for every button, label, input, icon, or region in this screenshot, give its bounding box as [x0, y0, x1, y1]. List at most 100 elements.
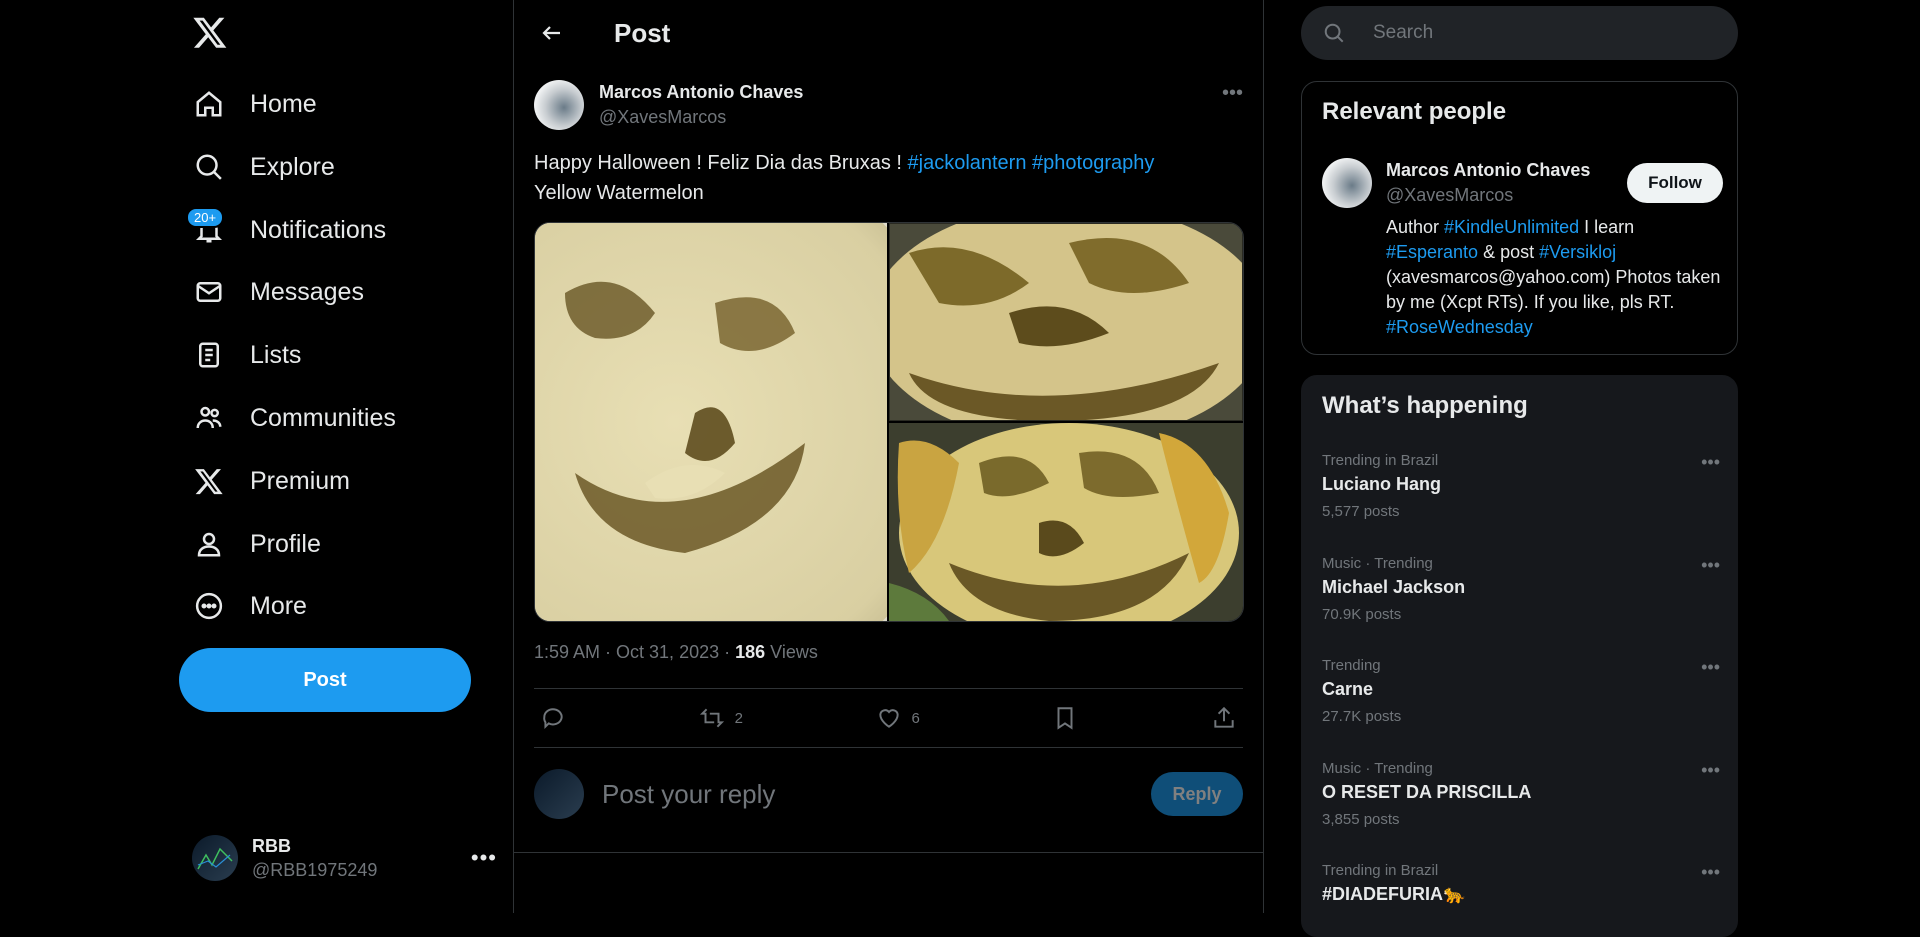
trend-context: Music · Trending: [1322, 760, 1433, 777]
hashtag-link[interactable]: #KindleUnlimited: [1444, 217, 1579, 237]
trend-item[interactable]: Trending in Brazil Luciano Hang 5,577 po…: [1322, 452, 1720, 520]
nav-notifications-label: Notifications: [250, 215, 387, 244]
relevant-people-title: Relevant people: [1322, 98, 1507, 125]
post-button[interactable]: Post: [179, 648, 471, 712]
retweet-action[interactable]: 2: [699, 705, 743, 731]
nav-home-label: Home: [250, 89, 317, 118]
x-logo-icon: [192, 464, 226, 498]
bio-text: (xavesmarcos@yahoo.com) Photos taken by …: [1386, 267, 1721, 312]
follow-button[interactable]: Follow: [1627, 163, 1723, 203]
bio-text: I learn: [1579, 217, 1635, 237]
avatar[interactable]: [534, 80, 584, 130]
bell-icon: 20+: [186, 207, 226, 247]
search-icon: [1324, 23, 1344, 43]
right-sidebar: Relevant people Marcos Antonio Chaves @X…: [1301, 0, 1738, 937]
nav-premium-label: Premium: [250, 466, 351, 495]
retweet-icon: [699, 708, 724, 728]
nav-communities[interactable]: Communities: [192, 393, 396, 443]
avatar: [534, 769, 584, 819]
more-dots-icon[interactable]: •••: [471, 845, 497, 871]
page-title: Post: [614, 17, 671, 48]
more-dots-icon[interactable]: •••: [1701, 760, 1720, 781]
hashtag-link[interactable]: #Versikloj: [1539, 242, 1616, 262]
more-circle-icon: [192, 589, 226, 623]
home-icon: [192, 87, 226, 121]
whats-happening-title: What’s happening: [1322, 392, 1528, 419]
retweet-count: 2: [734, 709, 743, 727]
tweet: Marcos Antonio Chaves @XavesMarcos ••• H…: [534, 80, 1244, 663]
tweet-photo[interactable]: [889, 423, 1243, 621]
account-switcher[interactable]: RBB @RBB1975249 •••: [192, 832, 497, 884]
back-arrow-icon[interactable]: [532, 13, 572, 53]
tweet-meta: 1:59 AM · Oct 31, 2023 · 186 Views: [534, 642, 1243, 663]
x-logo-icon[interactable]: [192, 14, 232, 54]
whats-happening-panel: What’s happening Trending in Brazil Luci…: [1301, 375, 1738, 937]
reply-action[interactable]: [540, 705, 566, 731]
search-box[interactable]: [1301, 6, 1738, 60]
tweet-timestamp[interactable]: 1:59 AM · Oct 31, 2023 ·: [534, 642, 735, 662]
share-action[interactable]: [1211, 705, 1237, 731]
envelope-icon: [192, 275, 226, 309]
bio-text: Author: [1386, 217, 1445, 237]
nav-home[interactable]: Home: [192, 79, 317, 129]
bookmark-icon: [1057, 707, 1073, 730]
trend-item[interactable]: Trending Carne 27.7K posts •••: [1322, 657, 1720, 725]
trend-title: Carne: [1322, 679, 1374, 699]
nav-more[interactable]: More: [192, 581, 307, 631]
nav-messages[interactable]: Messages: [192, 267, 364, 317]
trend-item[interactable]: Music · Trending O RESET DA PRISCILLA 3,…: [1322, 760, 1720, 828]
media-grid: [534, 222, 1244, 622]
views-count: 186: [735, 642, 766, 662]
divider: [514, 852, 1263, 853]
like-count: 6: [911, 709, 920, 727]
reply-composer: Reply: [534, 766, 1243, 822]
relevant-handle[interactable]: @XavesMarcos: [1386, 185, 1590, 206]
more-dots-icon[interactable]: •••: [1701, 555, 1720, 576]
tweet-text-line2: Yellow Watermelon: [534, 182, 704, 204]
more-dots-icon[interactable]: •••: [1701, 862, 1720, 883]
trend-item[interactable]: Trending in Brazil #DIADEFURIA🐆 •••: [1322, 862, 1720, 905]
tweet-photo[interactable]: [889, 223, 1243, 421]
relevant-people-panel: Relevant people Marcos Antonio Chaves @X…: [1301, 81, 1738, 355]
notification-badge: 20+: [186, 207, 225, 228]
hashtag-link[interactable]: #RoseWednesday: [1386, 317, 1533, 337]
avatar: [192, 835, 238, 881]
tweet-text-prefix: Happy Halloween ! Feliz Dia das Bruxas !: [534, 152, 908, 174]
nav-messages-label: Messages: [250, 277, 364, 306]
nav-profile[interactable]: Profile: [192, 519, 321, 569]
reply-button[interactable]: Reply: [1151, 772, 1243, 816]
bio-text: & post: [1478, 242, 1540, 262]
nav-notifications[interactable]: 20+ Notifications: [186, 205, 387, 255]
reply-input[interactable]: [600, 777, 1124, 811]
trend-title: O RESET DA PRISCILLA: [1322, 782, 1532, 802]
trend-context: Trending in Brazil: [1322, 862, 1439, 879]
author-name[interactable]: Marcos Antonio Chaves: [599, 82, 803, 103]
nav-lists[interactable]: Lists: [192, 330, 301, 380]
more-dots-icon[interactable]: •••: [1222, 82, 1243, 105]
bookmark-action[interactable]: [1052, 705, 1078, 731]
hashtag-link[interactable]: #photography: [1032, 152, 1154, 174]
nav-more-label: More: [250, 591, 307, 620]
avatar[interactable]: [1322, 158, 1372, 208]
search-icon: [192, 150, 226, 184]
nav-explore[interactable]: Explore: [192, 142, 335, 192]
author-handle[interactable]: @XavesMarcos: [599, 107, 803, 128]
trend-context: Music · Trending: [1322, 555, 1433, 572]
hashtag-link[interactable]: #jackolantern: [908, 152, 1027, 174]
tweet-photo[interactable]: [535, 223, 887, 621]
nav-premium[interactable]: Premium: [192, 456, 350, 506]
like-action[interactable]: 6: [876, 705, 920, 731]
nav-explore-label: Explore: [250, 152, 335, 181]
more-dots-icon[interactable]: •••: [1701, 452, 1720, 473]
person-icon: [192, 527, 226, 561]
relevant-name[interactable]: Marcos Antonio Chaves: [1386, 160, 1590, 181]
hashtag-link[interactable]: #Esperanto: [1386, 242, 1478, 262]
more-dots-icon[interactable]: •••: [1701, 657, 1720, 678]
heart-icon: [878, 709, 899, 728]
tweet-author: Marcos Antonio Chaves @XavesMarcos •••: [534, 80, 1243, 130]
people-icon: [192, 401, 226, 435]
trend-item[interactable]: Music · Trending Michael Jackson 70.9K p…: [1322, 555, 1720, 623]
trend-count: 27.7K posts: [1322, 708, 1402, 725]
search-input[interactable]: [1371, 21, 1715, 45]
views-label: Views: [765, 642, 818, 662]
